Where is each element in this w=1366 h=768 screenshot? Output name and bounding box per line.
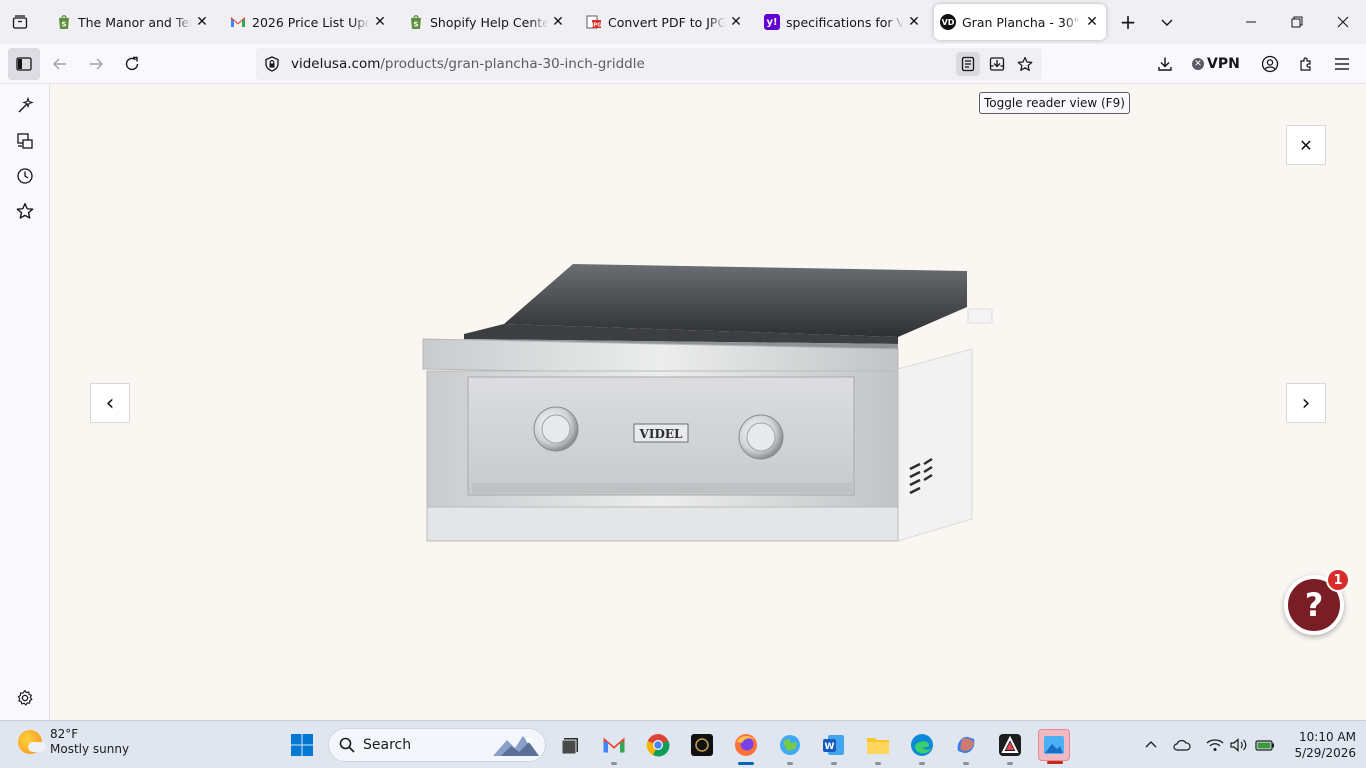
svg-text:S: S <box>413 21 418 29</box>
bookmarks-icon[interactable] <box>13 199 37 223</box>
product-image-griddle: VIDEL <box>422 264 993 542</box>
close-icon[interactable]: ✕ <box>550 14 566 30</box>
search-icon <box>339 737 355 753</box>
gmail-icon <box>230 14 246 30</box>
tab-price-list[interactable]: 2026 Price List Update ✕ <box>224 4 394 40</box>
tab-shopify-help[interactable]: S Shopify Help Center | S ✕ <box>402 4 572 40</box>
wifi-icon[interactable] <box>1204 733 1226 757</box>
weather-widget[interactable]: 82°F Mostly sunny <box>18 727 129 757</box>
synced-tabs-icon[interactable] <box>13 129 37 153</box>
url-bar[interactable]: videlusa.com/products/gran-plancha-30-in… <box>256 48 1042 80</box>
vpn-button[interactable]: ✕ VPN <box>1192 52 1240 76</box>
shopify-icon: S <box>56 14 72 30</box>
reader-view-icon[interactable] <box>956 52 980 76</box>
tab-overview-icon[interactable] <box>8 10 32 34</box>
tab-title: Shopify Help Center | S <box>430 14 548 30</box>
word-icon[interactable]: W <box>818 729 850 765</box>
taskbar-search[interactable]: Search <box>328 728 546 762</box>
photo-app-icon[interactable] <box>686 729 718 761</box>
chat-notification-badge: 1 <box>1326 568 1350 592</box>
close-icon[interactable]: ✕ <box>1084 14 1100 30</box>
new-tab-icon[interactable]: + <box>1116 10 1140 34</box>
svg-text:W: W <box>825 742 835 752</box>
reload-icon[interactable] <box>116 48 148 80</box>
tab-bar: S The Manor and Terrace ✕ 2026 Price Lis… <box>0 0 1366 44</box>
tab-gran-plancha[interactable]: VD Gran Plancha - 30" Gri ✕ <box>934 4 1106 40</box>
lightbox-prev-button[interactable]: ‹ <box>90 383 130 423</box>
weather-temp: 82°F <box>50 727 79 741</box>
restore-icon[interactable] <box>1274 0 1320 44</box>
reader-view-tooltip: Toggle reader view (F9) <box>979 92 1130 114</box>
page-content: Toggle reader view (F9) ✕ ‹ › VIDEL ? 1 <box>50 84 1366 720</box>
copilot-icon[interactable] <box>950 729 982 765</box>
close-icon[interactable]: ✕ <box>906 14 922 30</box>
svg-text:JPG: JPG <box>591 23 602 29</box>
videl-icon: VD <box>940 14 956 30</box>
svg-text:S: S <box>61 21 66 29</box>
url-domain: videlusa.com <box>291 56 381 72</box>
tray-chevron-up-icon[interactable] <box>1140 733 1162 757</box>
taskbar-clock[interactable]: 10:10 AM 5/29/2026 <box>1284 729 1356 761</box>
yahoo-icon: y! <box>764 14 780 30</box>
chrome-icon[interactable] <box>642 729 674 761</box>
extensions-icon[interactable] <box>1290 48 1322 80</box>
edge-icon[interactable] <box>906 729 938 765</box>
ai-chatbot-icon[interactable] <box>13 94 37 118</box>
shield-lock-icon[interactable] <box>264 56 280 72</box>
battery-icon[interactable] <box>1254 733 1276 757</box>
tab-title: specifications for Videl <box>786 14 904 30</box>
lightbox-close-button[interactable]: ✕ <box>1286 125 1326 165</box>
url-text[interactable]: videlusa.com/products/gran-plancha-30-in… <box>291 56 645 72</box>
close-icon[interactable]: ✕ <box>372 14 388 30</box>
volume-icon[interactable] <box>1228 733 1250 757</box>
account-icon[interactable] <box>1254 48 1286 80</box>
photos-app-icon[interactable] <box>1038 729 1070 764</box>
product-brand-badge: VIDEL <box>639 427 683 441</box>
sidebar <box>0 84 50 720</box>
close-icon[interactable]: ✕ <box>194 14 210 30</box>
minimize-icon[interactable] <box>1228 0 1274 44</box>
maps-app-icon[interactable] <box>774 729 806 765</box>
window-close-icon[interactable] <box>1320 0 1366 44</box>
history-icon[interactable] <box>13 164 37 188</box>
forward-icon[interactable] <box>80 48 112 80</box>
downloads-icon[interactable] <box>1149 48 1181 80</box>
pdf-convert-icon: JPG <box>586 14 602 30</box>
close-icon[interactable]: ✕ <box>728 14 744 30</box>
weather-sun-icon <box>18 730 46 754</box>
windows-taskbar: 82°F Mostly sunny Search W 10:10 AM 5/29… <box>0 720 1366 768</box>
clock-date: 5/29/2026 <box>1294 746 1356 760</box>
gear-icon[interactable] <box>13 686 37 710</box>
task-view-icon[interactable] <box>554 729 586 761</box>
weather-desc: Mostly sunny <box>50 742 130 756</box>
search-highlight-icon <box>493 736 539 756</box>
lightbox-next-button[interactable]: › <box>1286 383 1326 423</box>
tab-convert-pdf[interactable]: JPG Convert PDF to JPG... I ✕ <box>580 4 750 40</box>
tab-title: Gran Plancha - 30" Gri <box>962 14 1082 30</box>
file-explorer-icon[interactable] <box>862 729 894 765</box>
back-icon[interactable] <box>44 48 76 80</box>
shopify-icon: S <box>408 14 424 30</box>
adobe-app-icon[interactable] <box>994 729 1026 765</box>
navigation-bar: videlusa.com/products/gran-plancha-30-in… <box>0 44 1366 84</box>
bookmark-star-icon[interactable] <box>1013 52 1037 76</box>
chevron-down-icon[interactable] <box>1155 10 1179 34</box>
tab-title: 2026 Price List Update <box>252 14 370 30</box>
search-label: Search <box>363 737 412 753</box>
clock-time: 10:10 AM <box>1299 730 1356 744</box>
firefox-icon[interactable] <box>730 729 762 765</box>
menu-icon[interactable] <box>1326 48 1358 80</box>
tab-yahoo-specifications[interactable]: y! specifications for Videl ✕ <box>758 4 928 40</box>
onedrive-cloud-icon[interactable] <box>1171 733 1193 757</box>
gmail-app-icon[interactable] <box>598 729 630 765</box>
url-path: /products/gran-plancha-30-inch-griddle <box>380 56 645 72</box>
tab-title: The Manor and Terrace <box>78 14 192 30</box>
sidebar-toggle-icon[interactable] <box>8 48 40 80</box>
vpn-label: VPN <box>1207 56 1240 72</box>
vpn-off-icon: ✕ <box>1192 58 1204 70</box>
tab-title: Convert PDF to JPG... I <box>608 14 726 30</box>
tab-manor-terrace[interactable]: S The Manor and Terrace ✕ <box>50 4 216 40</box>
windows-start-icon[interactable] <box>286 729 318 761</box>
save-to-pocket-icon[interactable] <box>985 52 1009 76</box>
